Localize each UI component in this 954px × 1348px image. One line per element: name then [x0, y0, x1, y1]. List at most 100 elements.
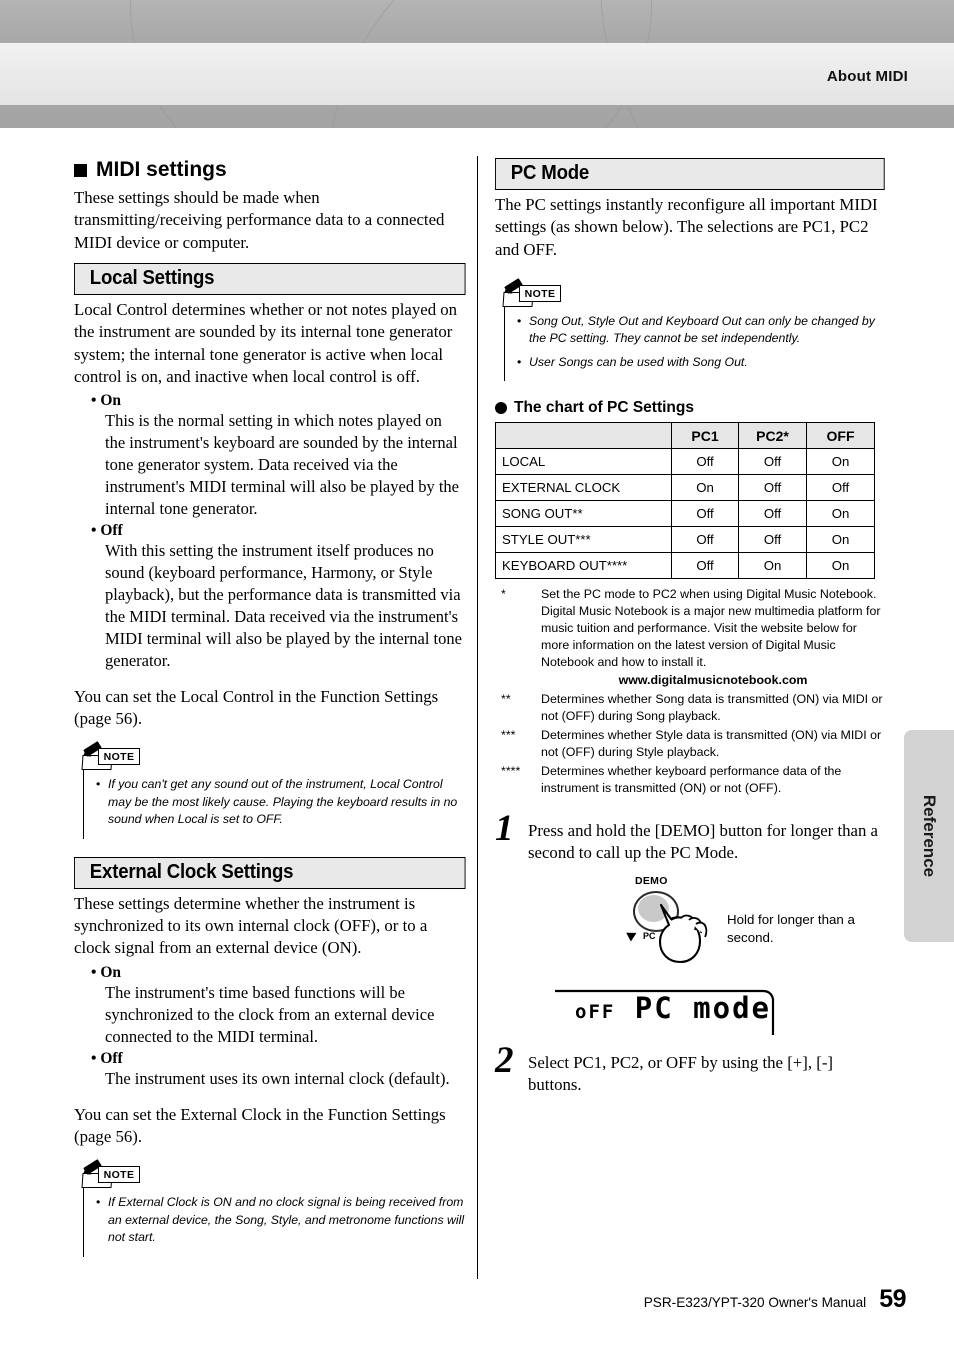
step-1-number: 1: [495, 808, 514, 850]
step-1: 1 Press and hold the [DEMO] button for l…: [495, 808, 885, 865]
pc-mode-note-body: Song Out, Style Out and Keyboard Out can…: [504, 306, 885, 382]
footer-page-number: 59: [879, 1285, 906, 1313]
table-row-label: EXTERNAL CLOCK: [495, 474, 672, 502]
table-cell-pc2: Off: [738, 526, 807, 554]
local-note-text: If you can't get any sound out of the in…: [96, 776, 466, 828]
ext-off-text: The instrument uses its own internal clo…: [105, 1068, 450, 1088]
pc-sub-label: PC: [643, 930, 656, 941]
lcd-display: oFF PC mode: [553, 983, 798, 1035]
page-footer: PSR-E323/YPT-320 Owner's Manual 59: [643, 1285, 907, 1314]
table-cell-pc1: On: [671, 474, 739, 502]
table-cell-pc2: Off: [738, 448, 807, 476]
pointing-hand-icon: [658, 903, 708, 963]
step-2-number: 2: [495, 1039, 514, 1081]
pc-mode-note-item-2: User Songs can be used with Song Out.: [517, 354, 885, 372]
table-cell-pc2: On: [738, 552, 807, 580]
pc-mode-note-block: NOTE Song Out, Style Out and Keyboard Ou…: [499, 278, 885, 382]
column-divider: [477, 156, 478, 1279]
ext-on-label: On: [91, 964, 466, 982]
lcd-main: PC mode: [634, 990, 772, 1025]
pc-table-head: PC1 PC2* OFF: [495, 422, 875, 450]
step-1-text: Press and hold the [DEMO] button for lon…: [528, 821, 879, 863]
pc-arrow-icon: [626, 928, 639, 942]
footnote-row: * Set the PC mode to PC2 when using Digi…: [495, 586, 885, 689]
left-column: MIDI settings These settings should be m…: [74, 158, 466, 1257]
table-row: EXTERNAL CLOCK On Off Off: [495, 474, 875, 502]
lcd-text: oFF PC mode: [575, 991, 771, 1025]
local-settings-intro: Local Control determines whether or not …: [74, 300, 458, 387]
table-cell-off: Off: [806, 474, 875, 502]
table-header-cell-3: OFF: [806, 422, 875, 450]
footnote-marker: ****: [501, 764, 521, 779]
header-light-strip: [0, 43, 954, 105]
local-note-block: NOTE If you can't get any sound out of t…: [78, 741, 466, 839]
table-header-cell-1: PC1: [671, 422, 739, 450]
pc-mode-intro: The PC settings instantly reconfigure al…: [495, 195, 878, 259]
page-header-band: About MIDI: [0, 0, 954, 128]
table-cell-pc2: Off: [738, 474, 807, 502]
footnote-text-wrap: Set the PC mode to PC2 when using Digita…: [541, 586, 885, 689]
ext-closing-text: You can set the External Clock in the Fu…: [74, 1104, 446, 1146]
footer-manual-title: PSR-E323/YPT-320 Owner's Manual: [643, 1295, 867, 1310]
side-tab-label: Reference: [920, 794, 939, 878]
pc-chart-footnotes: * Set the PC mode to PC2 when using Digi…: [495, 586, 885, 797]
pc-mode-bar: PC Mode: [495, 158, 885, 190]
page-header-title: About MIDI: [826, 68, 908, 85]
table-cell-pc1: Off: [671, 552, 739, 580]
footnote-row: **** Determines whether keyboard perform…: [495, 763, 885, 797]
local-off-text: With this setting the instrument itself …: [105, 541, 462, 670]
external-clock-note-text: If External Clock is ON and no clock sig…: [96, 1194, 466, 1246]
external-clock-note-block: NOTE If External Clock is ON and no cloc…: [78, 1159, 466, 1257]
table-row-label: STYLE OUT***: [495, 526, 672, 554]
local-on-label: On: [91, 392, 466, 410]
ext-off-label: Off: [91, 1050, 466, 1068]
table-header-cell-2: PC2*: [738, 422, 807, 450]
pc-table-body: LOCAL Off Off On EXTERNAL CLOCK On Off O…: [495, 448, 875, 580]
external-clock-intro: These settings determine whether the ins…: [74, 893, 428, 958]
table-row-label: LOCAL: [495, 448, 672, 476]
table-header-cell-0: [495, 422, 672, 450]
table-cell-pc1: Off: [671, 448, 739, 476]
local-closing-text: You can set the Local Control in the Fun…: [74, 686, 439, 729]
table-row: STYLE OUT*** Off Off On: [495, 526, 875, 554]
table-row-label: SONG OUT**: [495, 500, 672, 528]
table-row: KEYBOARD OUT**** Off On On: [495, 552, 875, 580]
midi-settings-intro: These settings should be made when trans…: [74, 188, 445, 252]
note-badge-label: NOTE: [98, 748, 140, 766]
demo-button-label: DEMO: [635, 874, 668, 887]
note-badge-label: NOTE: [519, 284, 561, 302]
table-cell-off: On: [806, 500, 875, 528]
table-cell-pc2: Off: [738, 500, 807, 528]
ext-on-text: The instrument's time based functions wi…: [105, 982, 435, 1046]
local-note-body: If you can't get any sound out of the in…: [83, 770, 466, 839]
footnote-text: Determines whether keyboard performance …: [541, 764, 842, 796]
pc-settings-table: PC1 PC2* OFF LOCAL Off Off On EXTERNAL C…: [495, 422, 875, 580]
midi-settings-heading: MIDI settings: [74, 158, 466, 182]
local-off-label: Off: [91, 522, 466, 540]
demo-button-illustration: DEMO PC Hold for longer than a second.: [495, 875, 885, 979]
note-icon: NOTE: [501, 278, 563, 307]
footnote-row: *** Determines whether Style data is tra…: [495, 727, 885, 761]
table-header-row: PC1 PC2* OFF: [495, 422, 875, 450]
footnote-url: www.digitalmusicnotebook.com: [618, 673, 808, 688]
footnote-row: ** Determines whether Song data is trans…: [495, 691, 885, 725]
local-on-text: This is the normal setting in which note…: [105, 411, 459, 519]
footnote-text: Determines whether Song data is transmit…: [541, 692, 883, 724]
note-icon: NOTE: [80, 741, 142, 771]
pc-mode-note-item-1: Song Out, Style Out and Keyboard Out can…: [517, 313, 885, 348]
pc-chart-title: The chart of PC Settings: [495, 399, 885, 417]
footnote-marker: *: [501, 587, 506, 602]
midi-settings-heading-text: MIDI settings: [96, 158, 227, 181]
table-row: SONG OUT** Off Off On: [495, 500, 875, 528]
note-badge-label: NOTE: [98, 1166, 140, 1184]
step-2-text: Select PC1, PC2, or OFF by using the [+]…: [528, 1052, 833, 1095]
side-tab-reference[interactable]: Reference: [904, 730, 954, 942]
table-cell-pc1: Off: [671, 500, 739, 528]
table-cell-pc1: Off: [671, 526, 739, 554]
pc-chart-title-text: The chart of PC Settings: [514, 399, 694, 417]
step-2: 2 Select PC1, PC2, or OFF by using the […: [495, 1039, 885, 1097]
right-column: PC Mode The PC settings instantly reconf…: [495, 158, 885, 1096]
external-clock-note-body: If External Clock is ON and no clock sig…: [83, 1188, 466, 1257]
note-icon: NOTE: [80, 1159, 142, 1189]
table-cell-off: On: [806, 552, 875, 580]
